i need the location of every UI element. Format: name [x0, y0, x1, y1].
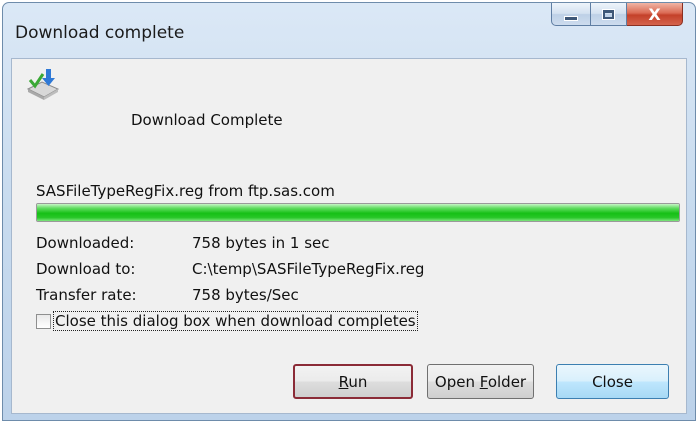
minimize-button[interactable] — [551, 3, 591, 26]
download-complete-icon — [26, 69, 60, 100]
run-button[interactable]: Run — [293, 364, 413, 399]
close-button-label: Close — [592, 372, 633, 391]
maximize-button[interactable] — [591, 3, 627, 26]
downloaded-value: 758 bytes in 1 sec — [192, 234, 330, 252]
title-bar[interactable]: Download complete X — [3, 3, 695, 43]
window-title: Download complete — [15, 23, 185, 43]
transfer-rate-value: 758 bytes/Sec — [192, 286, 299, 304]
close-icon: X — [648, 4, 661, 24]
progress-fill — [37, 204, 679, 221]
download-to-value: C:\temp\SASFileTypeRegFix.reg — [192, 260, 425, 278]
download-progress-bar — [36, 203, 680, 222]
close-when-complete-label[interactable]: Close this dialog box when download comp… — [53, 311, 418, 331]
open-folder-label: Open Folder — [434, 372, 527, 391]
close-when-complete-checkbox[interactable] — [36, 313, 51, 329]
caption-buttons: X — [551, 3, 683, 28]
downloaded-label: Downloaded: — [36, 234, 135, 252]
download-to-label: Download to: — [36, 260, 136, 278]
open-folder-button[interactable]: Open Folder — [427, 364, 534, 399]
download-status-heading: Download Complete — [131, 111, 283, 129]
close-button[interactable]: Close — [556, 364, 669, 399]
close-when-complete-option[interactable]: Close this dialog box when download comp… — [36, 311, 418, 331]
maximize-icon — [602, 8, 615, 20]
run-mnemonic: Run — [338, 372, 368, 391]
minimize-icon — [564, 15, 578, 21]
download-complete-dialog: Download complete X Download Complete SA… — [2, 2, 696, 421]
dialog-body: Download Complete SASFileTypeRegFix.reg … — [11, 58, 687, 414]
download-source: SASFileTypeRegFix.reg from ftp.sas.com — [36, 182, 335, 200]
close-window-button[interactable]: X — [627, 3, 683, 26]
transfer-rate-label: Transfer rate: — [36, 286, 137, 304]
